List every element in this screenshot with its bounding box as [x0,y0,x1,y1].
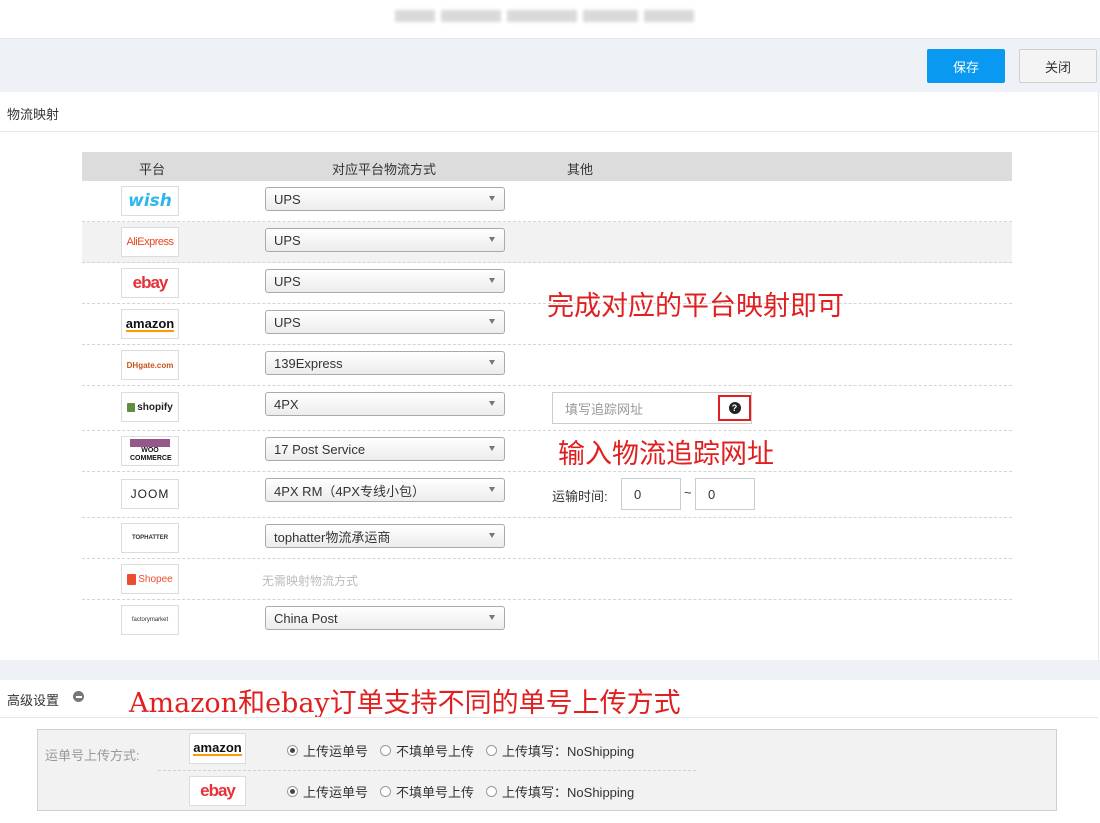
chevron-down-icon [489,487,495,492]
logistics-select[interactable]: UPS [265,187,505,211]
table-row: wish UPS [82,181,1012,222]
table-row: AliExpress UPS [82,222,1012,263]
amazon-logo: amazon [189,733,246,764]
logistics-select[interactable]: UPS [265,228,505,252]
woocommerce-logo: WOO COMMERCE [121,436,179,466]
chevron-down-icon [489,360,495,365]
ebay-logo: ebay [121,268,179,298]
blurred-page-title [395,8,705,24]
annotation-mapping-hint: 完成对应的平台映射即可 [547,291,844,322]
transit-time-label: 运输时间: [552,489,608,504]
help-button[interactable]: ? [718,395,751,421]
shopee-logo: Shopee [121,564,179,594]
radio-upload-noshipping[interactable]: 上传填写：NoShipping [486,741,634,760]
radio-upload-tracking[interactable]: 上传运单号 [287,741,368,760]
collapse-icon[interactable] [73,691,84,702]
ebay-upload-options: 上传运单号 不填单号上传 上传填写：NoShipping [287,782,646,801]
joom-logo: JOOM [121,479,179,509]
chevron-down-icon [489,533,495,538]
table-header: 平台 对应平台物流方式 其他 [82,152,1012,181]
range-separator: ~ [684,485,692,500]
transit-max-input[interactable]: 0 [695,478,755,510]
table-row: factorymarket China Post [82,600,1012,638]
logistics-select[interactable]: 4PX RM（4PX专线小包） [265,478,505,502]
amazon-logo: amazon [121,309,179,339]
logistics-select[interactable]: UPS [265,310,505,334]
header-method: 对应平台物流方式 [332,162,437,177]
chevron-down-icon [489,615,495,620]
section-title-advanced: 高级设置 [7,693,60,708]
table-row: DHgate.com 139Express [82,345,1012,386]
section-title-mapping: 物流映射 [7,107,60,122]
wish-logo: wish [121,186,179,216]
shopify-bag-icon [127,402,136,412]
chevron-down-icon [489,446,495,451]
table-row: TOPHATTER tophatter物流承运商 [82,518,1012,559]
header-other: 其他 [567,162,594,177]
save-button[interactable]: 保存 [927,49,1005,83]
annotation-upload-hint: Amazon和ebay订单支持不同的单号上传方式 [129,688,681,719]
chevron-down-icon [489,278,495,283]
amazon-upload-options: 上传运单号 不填单号上传 上传填写：NoShipping [287,741,646,760]
shopify-logo: shopify [121,392,179,422]
annotation-tracking-hint: 输入物流追踪网址 [558,439,774,470]
no-mapping-text: 无需映射物流方式 [262,574,359,588]
radio-upload-noshipping[interactable]: 上传填写：NoShipping [486,782,634,801]
chevron-down-icon [489,196,495,201]
table-row: shopify 4PX 填写追踪网址 ? [82,386,1012,431]
question-icon: ? [728,402,741,414]
section-gap [0,660,1100,680]
logistics-select[interactable]: tophatter物流承运商 [265,524,505,548]
divider [0,717,1098,718]
logistics-select[interactable]: UPS [265,269,505,293]
shopee-bag-icon [127,573,137,585]
close-button[interactable]: 关闭 [1019,49,1097,83]
logistics-select[interactable]: China Post [265,606,505,630]
table-row: JOOM 4PX RM（4PX专线小包） 运输时间: 0 ~ 0 [82,472,1012,518]
table-row: Shopee 无需映射物流方式 [82,559,1012,600]
header-platform: 平台 [139,162,166,177]
ebay-logo: ebay [189,776,246,806]
divider [158,770,696,772]
tophatter-logo: TOPHATTER [121,523,179,553]
divider [0,131,1098,132]
radio-upload-no-number[interactable]: 不填单号上传 [380,741,474,760]
logistics-select[interactable]: 4PX [265,392,505,416]
logistics-select[interactable]: 17 Post Service [265,437,505,461]
factorymarket-logo: factorymarket [121,605,179,635]
chevron-down-icon [489,401,495,406]
table-row: WOO COMMERCE 17 Post Service [82,431,1012,472]
chevron-down-icon [489,237,495,242]
dhgate-logo: DHgate.com [121,350,179,380]
logistics-select[interactable]: 139Express [265,351,505,375]
aliexpress-logo: AliExpress [121,227,179,257]
chevron-down-icon [489,319,495,324]
upload-method-label: 运单号上传方式: [45,748,140,763]
mapping-table: 平台 对应平台物流方式 其他 wish UPS AliExpress UPS e… [82,152,1012,638]
radio-upload-tracking[interactable]: 上传运单号 [287,782,368,801]
transit-min-input[interactable]: 0 [621,478,681,510]
radio-upload-no-number[interactable]: 不填单号上传 [380,782,474,801]
